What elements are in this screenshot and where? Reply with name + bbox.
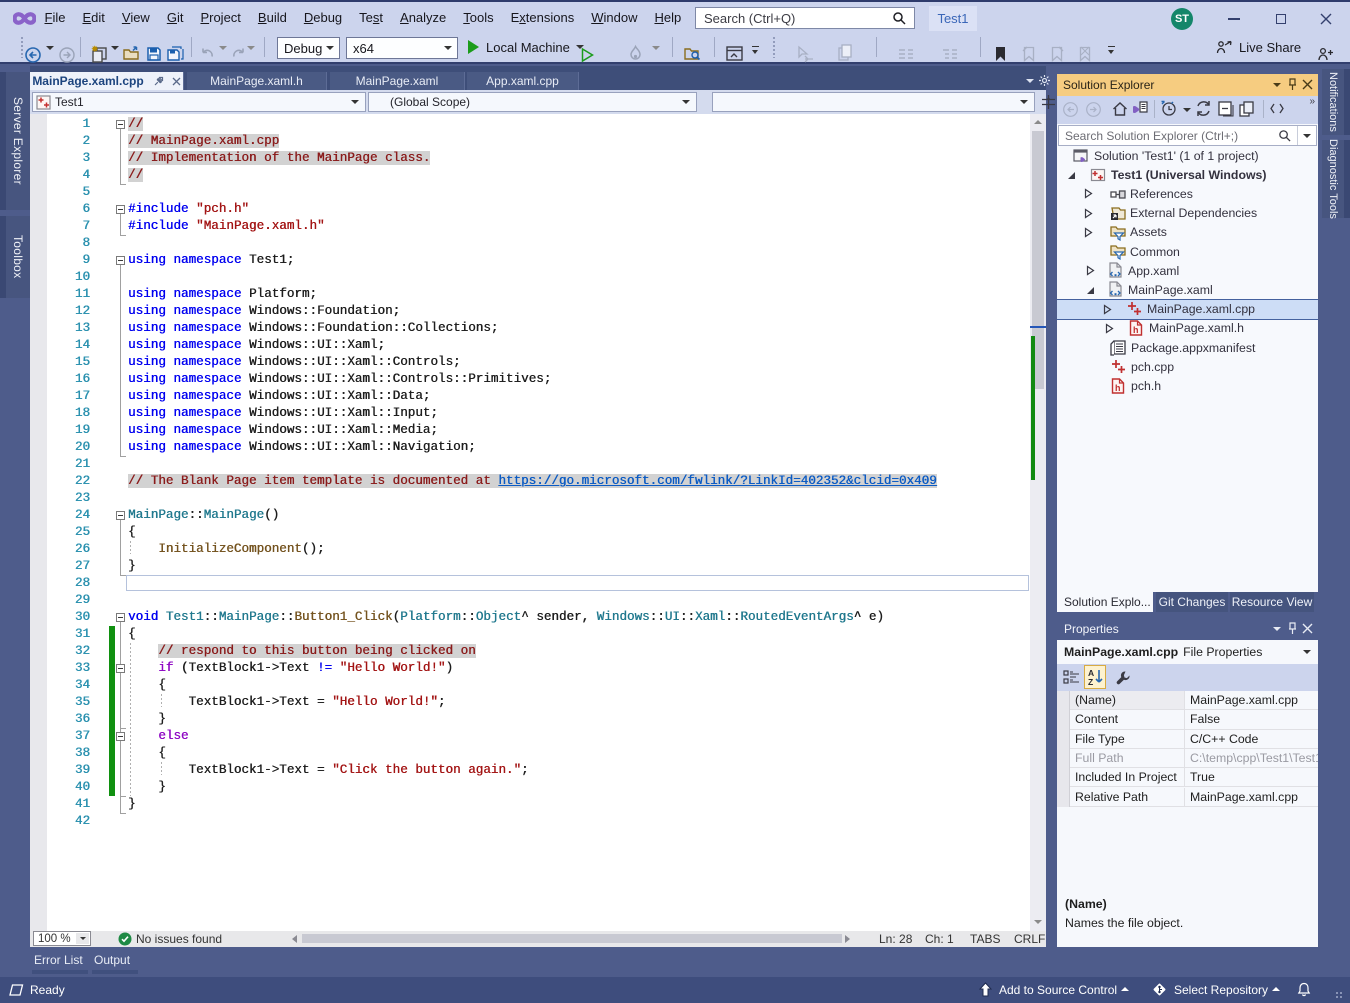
svg-text:h: h xyxy=(1115,383,1121,393)
svg-text:Z: Z xyxy=(1088,677,1093,686)
svg-text:✸: ✸ xyxy=(91,44,99,54)
svg-text:h: h xyxy=(1133,325,1139,335)
